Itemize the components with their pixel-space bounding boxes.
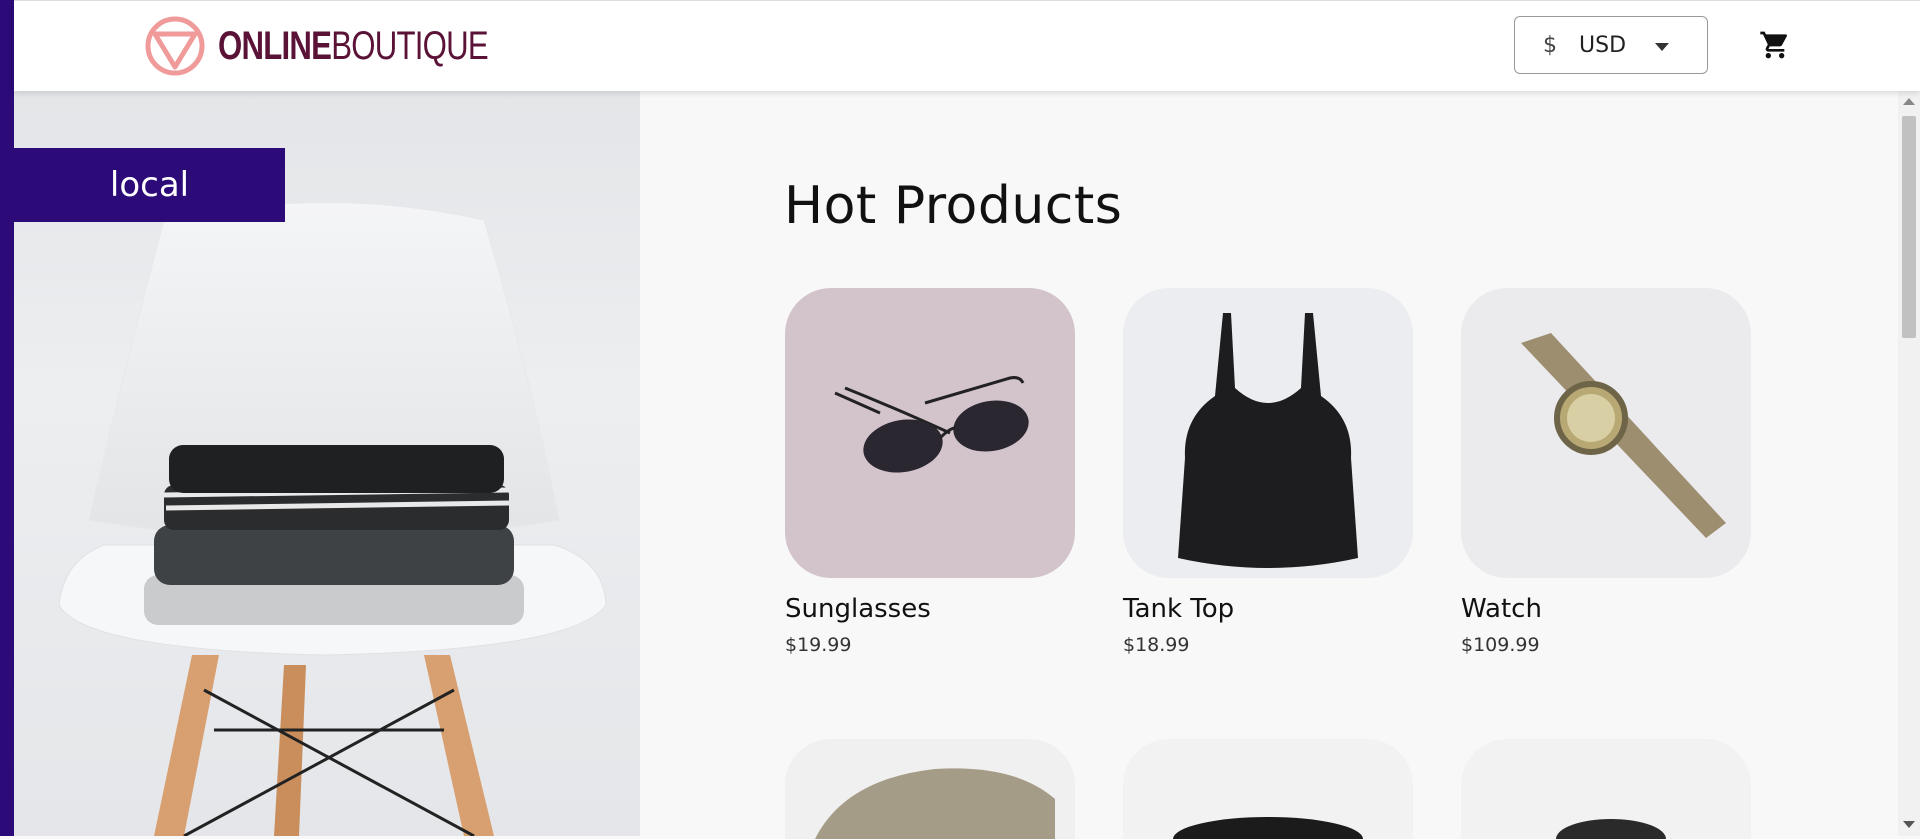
product-card-tank-top[interactable]: Tank Top $18.99 — [1123, 288, 1413, 656]
product-card-row2-2[interactable] — [1123, 739, 1413, 839]
currency-selector[interactable]: $ USD — [1514, 16, 1708, 74]
product-card-watch[interactable]: Watch $109.99 — [1461, 288, 1751, 656]
section-title: Hot Products — [784, 176, 1123, 236]
product-image-watch[interactable] — [1461, 288, 1751, 578]
product-image-tank-top[interactable] — [1123, 288, 1413, 578]
boutique-triangle-logo-icon — [145, 16, 205, 76]
left-accent-bar — [0, 0, 14, 836]
currency-code: USD — [1579, 32, 1627, 58]
site-logo[interactable]: ONLINEBOUTIQUE — [144, 15, 564, 77]
logo-text-boutique: BOUTIQUE — [331, 24, 488, 68]
product-price: $19.99 — [785, 634, 852, 656]
product-card-row2-1[interactable] — [785, 739, 1075, 839]
caret-down-icon — [1655, 43, 1669, 51]
scroll-up-arrow-icon[interactable] — [1903, 98, 1915, 105]
product-name[interactable]: Tank Top — [1123, 594, 1413, 624]
main-content: Hot Products Sunglasses $19.99 Tank Top … — [640, 90, 1898, 839]
product-image-sunglasses[interactable] — [785, 288, 1075, 578]
shopping-cart-icon[interactable] — [1759, 29, 1791, 61]
page-scrollbar[interactable] — [1898, 90, 1920, 836]
product-price: $109.99 — [1461, 634, 1540, 656]
environment-badge: local — [14, 148, 285, 222]
product-price: $18.99 — [1123, 634, 1190, 656]
scroll-down-arrow-icon[interactable] — [1903, 821, 1915, 828]
logo-text-online: ONLINE — [218, 24, 332, 68]
product-card-row2-3[interactable] — [1461, 739, 1751, 839]
product-image-candle-holder[interactable] — [1461, 739, 1751, 839]
product-image-hairdryer[interactable] — [1123, 739, 1413, 839]
logo-wordmark: ONLINEBOUTIQUE — [218, 24, 489, 68]
top-navbar: ONLINEBOUTIQUE $ USD — [14, 0, 1920, 91]
product-name[interactable]: Sunglasses — [785, 594, 1075, 624]
scrollbar-thumb[interactable] — [1902, 116, 1916, 338]
product-image-loafers[interactable] — [785, 739, 1075, 839]
currency-symbol: $ — [1543, 32, 1557, 58]
product-name[interactable]: Watch — [1461, 594, 1751, 624]
product-card-sunglasses[interactable]: Sunglasses $19.99 — [785, 288, 1075, 656]
